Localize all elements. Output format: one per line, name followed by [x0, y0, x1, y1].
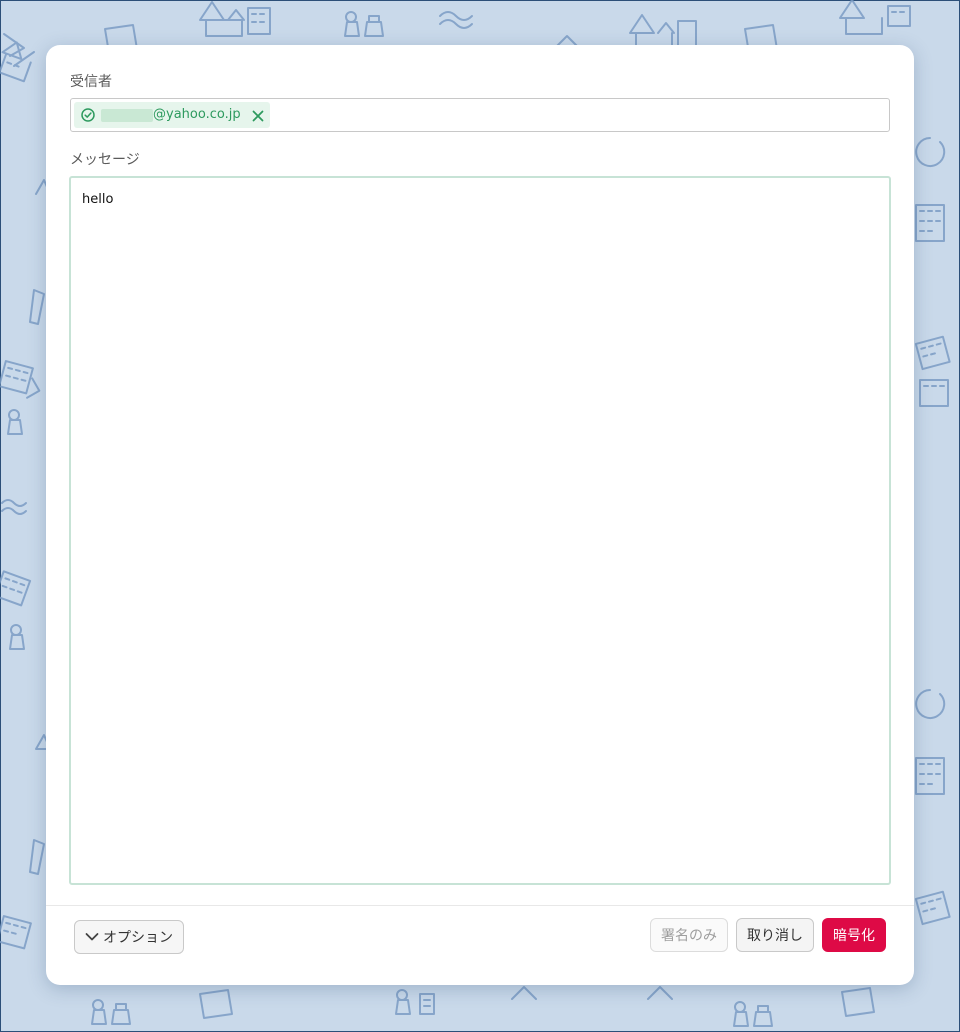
building-doodle-icon: [0, 360, 41, 399]
message-textarea[interactable]: hello: [69, 176, 891, 885]
options-label: オプション: [103, 930, 173, 946]
building-doodle-icon: [914, 890, 951, 926]
chess-doodle-icon: [9, 624, 25, 650]
message-label: メッセージ: [70, 152, 140, 168]
building-doodle-icon: [919, 379, 949, 407]
recipient-chip[interactable]: @yahoo.co.jp: [74, 102, 270, 128]
ring-doodle-icon: [915, 137, 946, 167]
triangle-doodle-icon: [511, 986, 537, 1000]
building-doodle-icon: [0, 915, 32, 950]
building-doodle-icon: [0, 41, 32, 83]
building-doodle-icon: [915, 757, 945, 795]
building-doodle-icon: [0, 570, 32, 607]
building-doodle-icon: [915, 204, 945, 242]
chess-doodle-icon: [733, 1001, 773, 1027]
ring-doodle-icon: [915, 689, 946, 719]
encrypt-message-dialog: 受信者 @yahoo.co.jp メッセージ hello オプション 署名のみ …: [46, 45, 914, 985]
wave-doodle-icon: [439, 11, 473, 29]
building-doodle-icon: [914, 335, 951, 371]
close-icon[interactable]: [252, 110, 264, 122]
sign-only-label: 署名のみ: [661, 928, 717, 944]
recipient-email: @yahoo.co.jp: [153, 107, 241, 122]
building-doodle-icon: [629, 14, 697, 50]
options-button[interactable]: オプション: [74, 920, 184, 954]
recipient-label: 受信者: [70, 74, 112, 90]
chess-doodle-icon: [395, 989, 435, 1015]
building-doodle-icon: [839, 0, 911, 35]
envelope-doodle-icon: [29, 839, 45, 875]
redacted-email-user: [101, 109, 153, 122]
encrypt-button[interactable]: 暗号化: [822, 918, 886, 952]
check-circle-icon: [81, 108, 95, 122]
chess-doodle-icon: [7, 409, 23, 435]
encrypt-label: 暗号化: [833, 928, 875, 944]
chess-doodle-icon: [344, 11, 384, 37]
envelope-doodle-icon: [841, 987, 875, 1017]
wave-doodle-icon: [1, 499, 27, 515]
cancel-button[interactable]: 取り消し: [736, 918, 814, 952]
envelope-doodle-icon: [29, 289, 45, 325]
cancel-label: 取り消し: [747, 928, 803, 944]
chess-doodle-icon: [91, 999, 131, 1025]
envelope-doodle-icon: [199, 989, 233, 1019]
triangle-doodle-icon: [647, 986, 673, 1000]
sign-only-button[interactable]: 署名のみ: [650, 918, 728, 952]
message-body: hello: [82, 192, 114, 207]
footer-divider: [46, 905, 914, 906]
building-doodle-icon: [199, 1, 271, 37]
chevron-down-icon: [85, 933, 99, 941]
recipient-input[interactable]: @yahoo.co.jp: [70, 98, 890, 132]
